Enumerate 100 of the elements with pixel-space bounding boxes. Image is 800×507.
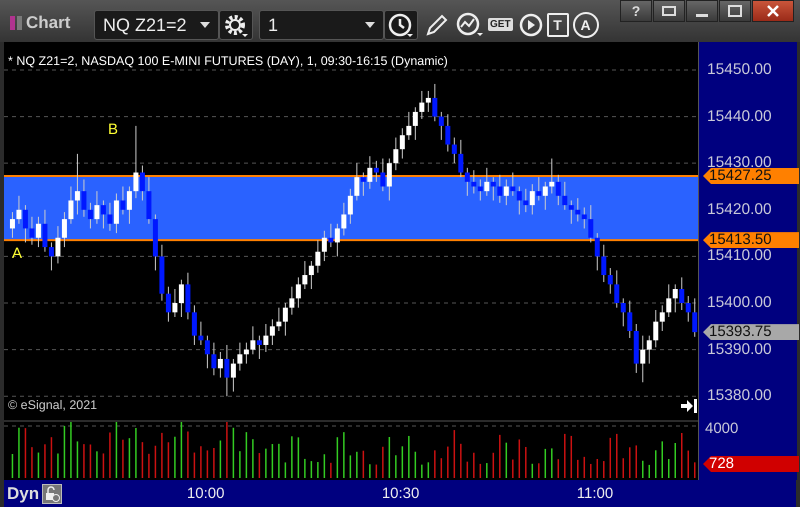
candlestick [22,204,28,243]
play-icon[interactable] [518,13,543,37]
candlestick [263,323,268,352]
candlestick [556,174,561,206]
candlestick [582,206,587,229]
help-button[interactable]: ? [620,0,652,22]
candlestick [341,202,346,236]
candlestick [568,200,574,224]
candlestick [504,179,509,206]
candlestick [120,186,126,215]
candlestick [419,90,424,120]
candlestick [400,128,405,160]
candlestick [308,260,314,290]
candlestick [166,286,171,322]
candlestick [653,310,658,348]
candlestick [296,276,301,308]
price-tick-label: 15380.00 [707,388,772,404]
candlestick [140,165,145,201]
candlestick [55,226,60,264]
interval-dropdown[interactable]: 1 [259,10,384,40]
volume-tick-label: 4000 [705,420,738,437]
candlestick [672,284,678,313]
candlestick [107,202,112,232]
candlestick [490,176,496,201]
restore-button[interactable] [653,0,685,22]
caret-icon [200,22,210,28]
point-label: B [108,121,118,138]
candlestick [16,195,22,224]
candlestick [114,192,119,234]
text-tool-button[interactable]: T [546,13,569,37]
candlestick [48,242,54,271]
minimize-icon [696,14,708,16]
get-button[interactable]: GET [488,18,513,30]
candlestick [646,335,652,364]
scale-mode-label: Dyn [7,484,40,504]
candlestick [36,216,41,248]
price-tick-label: 15400.00 [707,295,772,312]
candlestick [126,186,132,224]
candlestick [426,90,431,112]
candlestick [452,137,457,164]
candlestick [282,302,288,336]
close-button[interactable] [752,0,794,22]
candlestick [256,335,262,360]
point-label: A [12,245,22,262]
candlestick [328,223,334,248]
chart-logo-icon [10,16,22,30]
candlestick [458,139,464,178]
candlestick [315,240,320,274]
time-label: 11:00 [576,485,614,502]
candlestick [406,111,412,140]
candlestick [620,298,626,327]
candlestick [594,232,600,271]
close-icon [767,5,779,17]
candlestick [542,181,548,210]
price-tick-label: 15410.00 [707,248,772,264]
candlestick [62,212,67,248]
candlestick [374,160,379,182]
settings-button[interactable] [219,10,253,40]
candlestick [530,184,535,215]
annotation-button[interactable]: A [572,12,599,38]
symbol-dropdown[interactable]: NQ Z21=2 [94,10,219,40]
candlestick [133,125,138,199]
price-marker: 15413.50 [703,232,799,248]
line-chart-icon[interactable] [456,12,484,38]
candlestick [471,170,476,194]
maximize-button[interactable] [719,0,751,22]
pencil-icon[interactable] [424,12,450,38]
candlestick [302,260,308,290]
gear-icon [223,13,249,39]
jump-to-end-icon[interactable] [681,399,697,413]
chart-header: * NQ Z21=2, NASDAQ 100 E-MINI FUTURES (DAY), 1, 09:30-16:15 (Dynamic) [8,54,448,68]
candlestick [692,298,698,338]
price-marker: 15427.25 [703,168,799,184]
clock-button[interactable] [384,10,418,40]
candlestick [510,172,516,196]
candlestick [445,114,450,152]
price-marker: 15393.75 [703,324,799,340]
candlestick [438,111,444,140]
candlestick [679,276,684,311]
lock-icon[interactable] [42,484,62,504]
candlestick [230,358,236,392]
candlestick [68,186,74,224]
candlestick [549,158,554,194]
minimize-button[interactable] [686,0,718,22]
clock-icon [388,13,414,39]
price-tick-label: 15440.00 [707,108,772,125]
maximize-icon [728,5,742,17]
candlestick [88,202,93,229]
candlestick [516,186,522,215]
candlestick [178,279,184,318]
time-label: 10:00 [186,485,224,502]
caret-icon [365,22,375,28]
candlestick [42,209,48,252]
candlestick [81,179,86,218]
candlestick [464,167,470,196]
candlestick [198,321,204,346]
candlestick [523,188,528,213]
candlestick [218,351,223,378]
candlestick [588,204,594,243]
candlestick [289,286,294,316]
